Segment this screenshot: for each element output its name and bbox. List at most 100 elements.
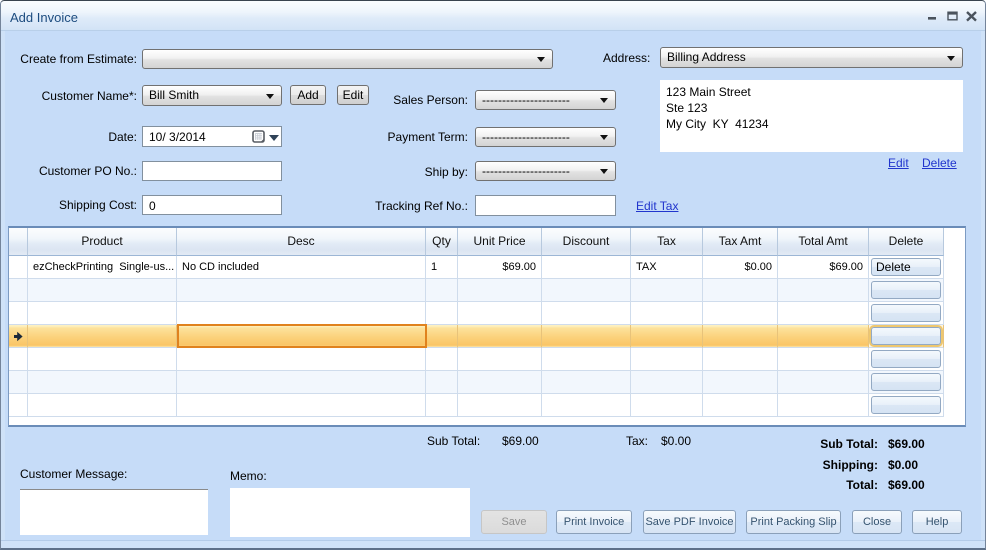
row-selector-2[interactable] (9, 302, 28, 325)
customer-po-input[interactable] (142, 161, 282, 181)
create-from-estimate-select[interactable] (142, 49, 553, 69)
row-selector-1[interactable] (9, 279, 28, 302)
row-selector-header[interactable] (9, 228, 28, 256)
customer-name-select[interactable]: Bill Smith (142, 85, 282, 106)
sales-person-select[interactable]: ---------------------- (475, 90, 616, 110)
date-input[interactable]: 10/ 3/2014 (142, 126, 282, 147)
shipping-cost-input[interactable]: 0 (142, 195, 282, 215)
cell-tax_amt-0[interactable]: $0.00 (703, 256, 778, 279)
memo-input[interactable] (230, 488, 470, 537)
delete-row-button-3[interactable] (871, 327, 941, 345)
column-header-qty[interactable]: Qty (426, 228, 458, 256)
cell-desc-5[interactable] (177, 371, 426, 394)
cell-desc-2[interactable] (177, 302, 426, 325)
cell-tax-1[interactable] (631, 279, 703, 302)
cell-desc-6[interactable] (177, 394, 426, 417)
cell-unit_price-2[interactable] (458, 302, 542, 325)
cell-tax_amt-3[interactable] (703, 325, 778, 348)
cell-delete-1[interactable] (869, 279, 944, 302)
cell-unit_price-3[interactable] (458, 325, 542, 348)
cell-product-2[interactable] (28, 302, 177, 325)
customer-message-input[interactable] (20, 489, 208, 535)
column-header-product[interactable]: Product (28, 228, 177, 256)
row-selector-0[interactable] (9, 256, 28, 279)
cell-tax-3[interactable] (631, 325, 703, 348)
cell-discount-4[interactable] (542, 348, 631, 371)
cell-total_amt-5[interactable] (778, 371, 869, 394)
edit-tax-link[interactable]: Edit Tax (636, 199, 678, 213)
address-edit-link[interactable]: Edit (888, 156, 909, 170)
ship-by-select[interactable]: ---------------------- (475, 161, 616, 181)
cell-delete-0[interactable]: Delete (869, 256, 944, 279)
payment-term-select[interactable]: ---------------------- (475, 127, 616, 147)
cell-discount-0[interactable] (542, 256, 631, 279)
print-packing-slip-button[interactable]: Print Packing Slip (746, 510, 841, 534)
cell-discount-2[interactable] (542, 302, 631, 325)
cell-total_amt-0[interactable]: $69.00 (778, 256, 869, 279)
cell-unit_price-4[interactable] (458, 348, 542, 371)
cell-tax-0[interactable]: TAX (631, 256, 703, 279)
cell-unit_price-1[interactable] (458, 279, 542, 302)
cell-total_amt-3[interactable] (778, 325, 869, 348)
column-header-tax_amt[interactable]: Tax Amt (703, 228, 778, 256)
delete-row-button-4[interactable] (871, 350, 941, 368)
cell-total_amt-4[interactable] (778, 348, 869, 371)
calendar-icon[interactable] (252, 130, 265, 143)
row-selector-5[interactable] (9, 371, 28, 394)
column-header-tax[interactable]: Tax (631, 228, 703, 256)
cell-delete-6[interactable] (869, 394, 944, 417)
cell-qty-1[interactable] (426, 279, 458, 302)
save-pdf-invoice-button[interactable]: Save PDF Invoice (643, 510, 736, 534)
address-delete-link[interactable]: Delete (922, 156, 957, 170)
cell-desc-0[interactable]: No CD included (177, 256, 426, 279)
cell-tax_amt-6[interactable] (703, 394, 778, 417)
save-button[interactable]: Save (481, 510, 547, 534)
cell-delete-3[interactable] (869, 325, 944, 348)
delete-row-button-5[interactable] (871, 373, 941, 391)
cell-delete-5[interactable] (869, 371, 944, 394)
column-header-delete[interactable]: Delete (869, 228, 944, 256)
cell-unit_price-5[interactable] (458, 371, 542, 394)
cell-delete-2[interactable] (869, 302, 944, 325)
cell-tax_amt-4[interactable] (703, 348, 778, 371)
cell-tax-5[interactable] (631, 371, 703, 394)
cell-desc-4[interactable] (177, 348, 426, 371)
cell-tax_amt-5[interactable] (703, 371, 778, 394)
cell-desc-1[interactable] (177, 279, 426, 302)
cell-total_amt-2[interactable] (778, 302, 869, 325)
column-header-desc[interactable]: Desc (177, 228, 426, 256)
row-selector-6[interactable] (9, 394, 28, 417)
cell-product-3[interactable] (28, 325, 177, 348)
delete-row-button-2[interactable] (871, 304, 941, 322)
cell-product-1[interactable] (28, 279, 177, 302)
column-header-discount[interactable]: Discount (542, 228, 631, 256)
address-select[interactable]: Billing Address (660, 47, 963, 68)
cell-qty-2[interactable] (426, 302, 458, 325)
cell-discount-6[interactable] (542, 394, 631, 417)
cell-discount-3[interactable] (542, 325, 631, 348)
cell-product-5[interactable] (28, 371, 177, 394)
cell-tax_amt-2[interactable] (703, 302, 778, 325)
print-invoice-button[interactable]: Print Invoice (556, 510, 632, 534)
cell-discount-5[interactable] (542, 371, 631, 394)
delete-row-button-1[interactable] (871, 281, 941, 299)
cell-tax-4[interactable] (631, 348, 703, 371)
tracking-ref-input[interactable] (475, 195, 616, 216)
cell-total_amt-6[interactable] (778, 394, 869, 417)
cell-tax_amt-1[interactable] (703, 279, 778, 302)
cell-tax-6[interactable] (631, 394, 703, 417)
cell-discount-1[interactable] (542, 279, 631, 302)
delete-row-button-6[interactable] (871, 396, 941, 414)
cell-product-0[interactable]: ezCheckPrinting Single-us... (28, 256, 177, 279)
cell-qty-5[interactable] (426, 371, 458, 394)
cell-product-6[interactable] (28, 394, 177, 417)
row-selector-3[interactable] (9, 325, 28, 348)
cell-total_amt-1[interactable] (778, 279, 869, 302)
cell-qty-3[interactable] (426, 325, 458, 348)
column-header-unit_price[interactable]: Unit Price (458, 228, 542, 256)
minimize-icon[interactable] (927, 0, 937, 31)
cell-qty-6[interactable] (426, 394, 458, 417)
row-selector-4[interactable] (9, 348, 28, 371)
cell-unit_price-6[interactable] (458, 394, 542, 417)
cell-delete-4[interactable] (869, 348, 944, 371)
